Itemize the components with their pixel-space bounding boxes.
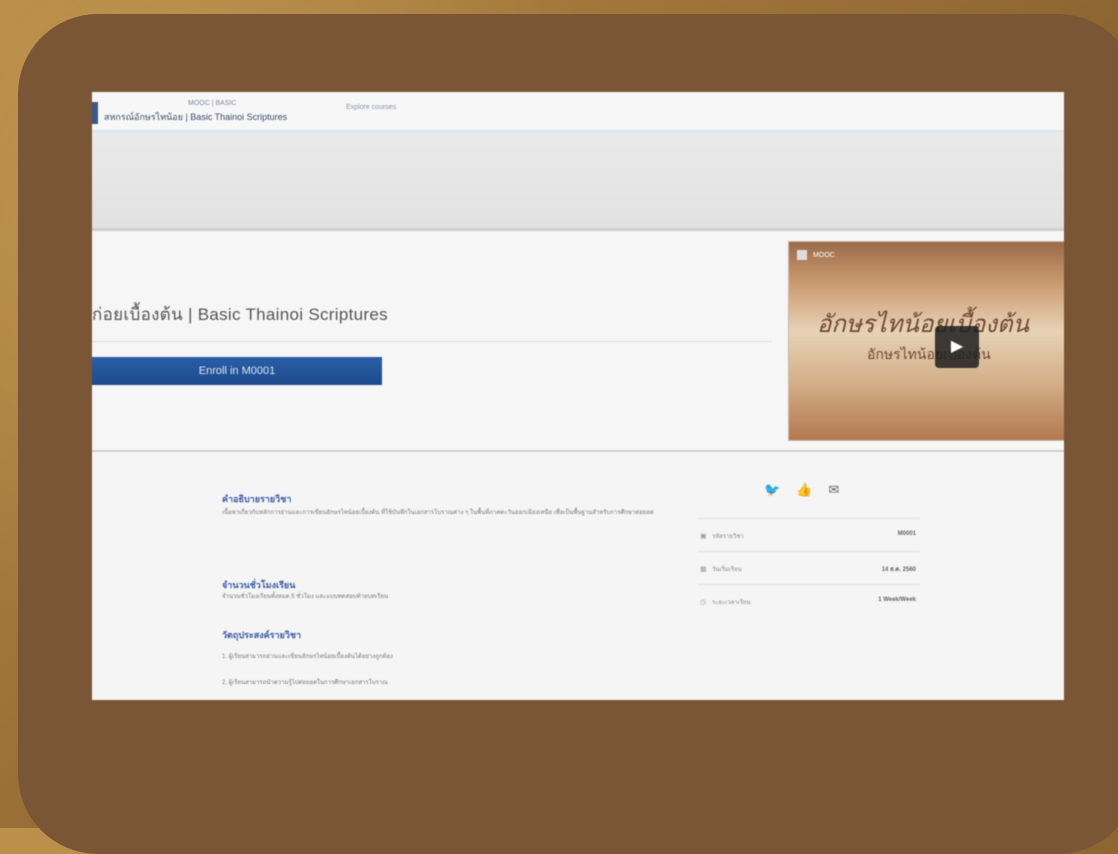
objective-item: 1. ผู้เรียนสามารถอ่านและเขียนอักษรไทน้อย… bbox=[222, 654, 393, 660]
course-info-table: ▣ รหัสรายวิชา M0001 ▦ วันเริ่มเรียน 14 ส… bbox=[698, 518, 920, 617]
calendar-icon: ▦ bbox=[700, 566, 707, 573]
hours-heading: จำนวนชั่วโมงเรียน bbox=[222, 580, 296, 590]
play-icon[interactable]: ▶ bbox=[935, 326, 979, 368]
twitter-icon[interactable]: 🐦 bbox=[764, 482, 796, 497]
hours-text: จำนวนชั่วโมงเรียนทั้งหมด 5 ชั่วโมง และแบ… bbox=[222, 594, 389, 600]
site-title[interactable]: สหกรณ์อักษรไทน้อย | Basic Thainoi Script… bbox=[104, 110, 287, 124]
info-value: 14 ส.ค. 2560 bbox=[881, 567, 916, 573]
video-script-title: อักษรไทน้อยเบื้องต้น bbox=[817, 310, 1029, 338]
share-buttons: 🐦👍✉ bbox=[764, 482, 855, 498]
hero-banner bbox=[92, 132, 1064, 231]
clock-icon: ◷ bbox=[700, 599, 707, 606]
info-label: รหัสรายวิชา bbox=[712, 534, 744, 540]
site-logo-icon[interactable] bbox=[92, 102, 98, 124]
course-header: ก่อยเบื้องต้น | Basic Thainoi Scriptures… bbox=[92, 231, 1064, 451]
objectives-heading: วัตถุประสงค์รายวิชา bbox=[222, 630, 302, 640]
info-value: M0001 bbox=[897, 531, 916, 537]
site-subtitle: MOOC | BASIC bbox=[188, 100, 237, 107]
objective-item: 2. ผู้เรียนสามารถนำความรู้ไปต่อยอดในการศ… bbox=[222, 680, 388, 686]
browser-screen: MOOC | BASIC สหกรณ์อักษรไทน้อย | Basic T… bbox=[92, 92, 1064, 700]
email-icon[interactable]: ✉ bbox=[828, 482, 855, 497]
video-channel: MOOC bbox=[797, 250, 835, 260]
info-label: วันเริ่มเรียน bbox=[712, 567, 742, 573]
description-heading: คำอธิบายรายวิชา bbox=[222, 494, 292, 504]
course-content: 🐦👍✉ คำอธิบายรายวิชา เนื้อหาเกี่ยวกับหลัก… bbox=[92, 452, 1064, 700]
info-value: 1 Week/Week bbox=[878, 597, 916, 603]
course-code-icon: ▣ bbox=[700, 533, 707, 540]
video-channel-name: MOOC bbox=[812, 251, 835, 259]
info-row-duration: ◷ ระยะเวลาเรียน 1 Week/Week bbox=[698, 584, 920, 617]
facebook-like-icon[interactable]: 👍 bbox=[796, 482, 828, 497]
description-text: เนื้อหาเกี่ยวกับหลักการอ่านและการเขียนอั… bbox=[222, 510, 654, 516]
top-navigation-bar: MOOC | BASIC สหกรณ์อักษรไทน้อย | Basic T… bbox=[92, 92, 1064, 132]
course-title: ก่อยเบื้องต้น | Basic Thainoi Scriptures bbox=[92, 305, 388, 324]
course-video[interactable]: MOOC อักษรไทน้อยเบื้องต้น อักษรไทน้อยเบื… bbox=[788, 241, 1064, 441]
explore-courses-link[interactable]: Explore courses bbox=[346, 104, 396, 111]
title-divider bbox=[92, 341, 772, 342]
channel-avatar-icon bbox=[797, 250, 807, 260]
info-label: ระยะเวลาเรียน bbox=[712, 600, 751, 606]
info-row-course-code: ▣ รหัสรายวิชา M0001 bbox=[698, 518, 920, 551]
enroll-button[interactable]: Enroll in M0001 bbox=[92, 357, 382, 385]
info-row-start-date: ▦ วันเริ่มเรียน 14 ส.ค. 2560 bbox=[698, 551, 920, 584]
